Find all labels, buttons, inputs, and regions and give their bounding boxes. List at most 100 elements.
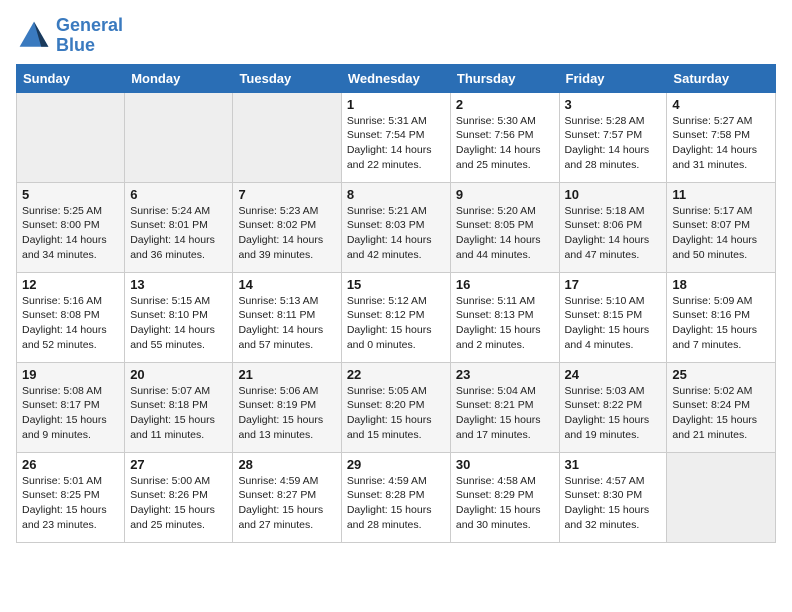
day-number: 21 (238, 367, 335, 382)
calendar-cell: 20Sunrise: 5:07 AM Sunset: 8:18 PM Dayli… (125, 362, 233, 452)
day-info: Sunrise: 5:09 AM Sunset: 8:16 PM Dayligh… (672, 294, 770, 353)
calendar-cell: 16 Sunrise: 5:11 AM Sunset: 8:13 PM Dayli… (450, 272, 559, 362)
calendar-cell: 12 Sunrise: 5:16 AM Sunset: 8:08 PM Dayli… (17, 272, 125, 362)
day-number: 18 (672, 277, 770, 292)
day-number: 7 (238, 187, 335, 202)
logo-text: General Blue (56, 16, 123, 56)
day-number: 24 (565, 367, 662, 382)
calendar-table: SundayMondayTuesdayWednesdayThursdayFrid… (16, 64, 776, 543)
calendar-cell: 8 Sunrise: 5:21 AM Sunset: 8:03 PM Daylig… (341, 182, 450, 272)
logo: General Blue (16, 16, 123, 56)
day-info: Sunrise: 5:31 AM Sunset: 7:54 PM Dayligh… (347, 114, 445, 173)
day-number: 5 (22, 187, 119, 202)
day-info: Sunrise: 4:57 AM Sunset: 8:30 PM Dayligh… (565, 474, 662, 533)
calendar-cell: 19 Sunrise: 5:08 AM Sunset: 8:17 PM Dayli… (17, 362, 125, 452)
calendar-cell: 28Sunrise: 4:59 AM Sunset: 8:27 PM Dayli… (233, 452, 341, 542)
day-number: 9 (456, 187, 554, 202)
calendar-cell: 10 Sunrise: 5:18 AM Sunset: 8:06 PM Dayli… (559, 182, 667, 272)
calendar-week-row: 12 Sunrise: 5:16 AM Sunset: 8:08 PM Dayli… (17, 272, 776, 362)
calendar-week-row: 26 Sunrise: 5:01 AM Sunset: 8:25 PM Dayli… (17, 452, 776, 542)
day-info: Sunrise: 5:10 AM Sunset: 8:15 PM Dayligh… (565, 294, 662, 353)
day-info: Sunrise: 5:03 AM Sunset: 8:22 PM Dayligh… (565, 384, 662, 443)
calendar-cell: 7 Sunrise: 5:23 AM Sunset: 8:02 PM Daylig… (233, 182, 341, 272)
day-number: 27 (130, 457, 227, 472)
calendar-cell: 24 Sunrise: 5:03 AM Sunset: 8:22 PM Dayli… (559, 362, 667, 452)
day-number: 4 (672, 97, 770, 112)
calendar-cell (233, 92, 341, 182)
day-number: 19 (22, 367, 119, 382)
day-info: Sunrise: 5:08 AM Sunset: 8:17 PM Dayligh… (22, 384, 119, 443)
page-header: General Blue (16, 16, 776, 56)
calendar-cell: 21 Sunrise: 5:06 AM Sunset: 8:19 PM Dayli… (233, 362, 341, 452)
calendar-header-saturday: Saturday (667, 64, 776, 92)
calendar-cell: 29 Sunrise: 4:59 AM Sunset: 8:28 PM Dayli… (341, 452, 450, 542)
day-number: 6 (130, 187, 227, 202)
day-info: Sunrise: 5:13 AM Sunset: 8:11 PM Dayligh… (238, 294, 335, 353)
day-number: 8 (347, 187, 445, 202)
calendar-cell: 5 Sunrise: 5:25 AM Sunset: 8:00 PM Daylig… (17, 182, 125, 272)
day-info: Sunrise: 5:04 AM Sunset: 8:21 PM Dayligh… (456, 384, 554, 443)
day-number: 22 (347, 367, 445, 382)
day-number: 25 (672, 367, 770, 382)
day-info: Sunrise: 5:23 AM Sunset: 8:02 PM Dayligh… (238, 204, 335, 263)
day-number: 11 (672, 187, 770, 202)
day-info: Sunrise: 5:21 AM Sunset: 8:03 PM Dayligh… (347, 204, 445, 263)
calendar-header-tuesday: Tuesday (233, 64, 341, 92)
calendar-cell (667, 452, 776, 542)
day-number: 13 (130, 277, 227, 292)
day-number: 17 (565, 277, 662, 292)
day-info: Sunrise: 4:58 AM Sunset: 8:29 PM Dayligh… (456, 474, 554, 533)
day-number: 10 (565, 187, 662, 202)
calendar-week-row: 5 Sunrise: 5:25 AM Sunset: 8:00 PM Daylig… (17, 182, 776, 272)
calendar-cell: 26 Sunrise: 5:01 AM Sunset: 8:25 PM Dayli… (17, 452, 125, 542)
calendar-cell: 17 Sunrise: 5:10 AM Sunset: 8:15 PM Dayli… (559, 272, 667, 362)
day-info: Sunrise: 5:18 AM Sunset: 8:06 PM Dayligh… (565, 204, 662, 263)
calendar-cell: 18 Sunrise: 5:09 AM Sunset: 8:16 PM Dayli… (667, 272, 776, 362)
day-number: 15 (347, 277, 445, 292)
calendar-cell: 9Sunrise: 5:20 AM Sunset: 8:05 PM Daylig… (450, 182, 559, 272)
day-info: Sunrise: 5:12 AM Sunset: 8:12 PM Dayligh… (347, 294, 445, 353)
calendar-cell: 14 Sunrise: 5:13 AM Sunset: 8:11 PM Dayli… (233, 272, 341, 362)
calendar-cell: 30 Sunrise: 4:58 AM Sunset: 8:29 PM Dayli… (450, 452, 559, 542)
day-info: Sunrise: 5:17 AM Sunset: 8:07 PM Dayligh… (672, 204, 770, 263)
day-info: Sunrise: 5:11 AM Sunset: 8:13 PM Dayligh… (456, 294, 554, 353)
day-info: Sunrise: 5:25 AM Sunset: 8:00 PM Dayligh… (22, 204, 119, 263)
calendar-cell: 4Sunrise: 5:27 AM Sunset: 7:58 PM Daylig… (667, 92, 776, 182)
day-number: 3 (565, 97, 662, 112)
day-number: 2 (456, 97, 554, 112)
calendar-cell (17, 92, 125, 182)
calendar-cell: 31Sunrise: 4:57 AM Sunset: 8:30 PM Dayli… (559, 452, 667, 542)
day-info: Sunrise: 5:06 AM Sunset: 8:19 PM Dayligh… (238, 384, 335, 443)
day-number: 30 (456, 457, 554, 472)
day-info: Sunrise: 5:28 AM Sunset: 7:57 PM Dayligh… (565, 114, 662, 173)
calendar-header-wednesday: Wednesday (341, 64, 450, 92)
day-number: 29 (347, 457, 445, 472)
calendar-header-row: SundayMondayTuesdayWednesdayThursdayFrid… (17, 64, 776, 92)
day-number: 12 (22, 277, 119, 292)
calendar-cell: 2 Sunrise: 5:30 AM Sunset: 7:56 PM Daylig… (450, 92, 559, 182)
day-number: 23 (456, 367, 554, 382)
calendar-week-row: 19 Sunrise: 5:08 AM Sunset: 8:17 PM Dayli… (17, 362, 776, 452)
day-info: Sunrise: 5:01 AM Sunset: 8:25 PM Dayligh… (22, 474, 119, 533)
calendar-cell (125, 92, 233, 182)
day-info: Sunrise: 5:16 AM Sunset: 8:08 PM Dayligh… (22, 294, 119, 353)
day-info: Sunrise: 4:59 AM Sunset: 8:27 PM Dayligh… (238, 474, 335, 533)
calendar-cell: 25 Sunrise: 5:02 AM Sunset: 8:24 PM Dayli… (667, 362, 776, 452)
day-info: Sunrise: 5:24 AM Sunset: 8:01 PM Dayligh… (130, 204, 227, 263)
day-number: 16 (456, 277, 554, 292)
calendar-header-thursday: Thursday (450, 64, 559, 92)
calendar-week-row: 1 Sunrise: 5:31 AM Sunset: 7:54 PM Daylig… (17, 92, 776, 182)
day-info: Sunrise: 5:15 AM Sunset: 8:10 PM Dayligh… (130, 294, 227, 353)
day-number: 14 (238, 277, 335, 292)
calendar-cell: 23 Sunrise: 5:04 AM Sunset: 8:21 PM Dayli… (450, 362, 559, 452)
day-number: 1 (347, 97, 445, 112)
day-info: Sunrise: 5:02 AM Sunset: 8:24 PM Dayligh… (672, 384, 770, 443)
calendar-cell: 3 Sunrise: 5:28 AM Sunset: 7:57 PM Daylig… (559, 92, 667, 182)
calendar-header-friday: Friday (559, 64, 667, 92)
calendar-cell: 6 Sunrise: 5:24 AM Sunset: 8:01 PM Daylig… (125, 182, 233, 272)
day-number: 26 (22, 457, 119, 472)
calendar-header-monday: Monday (125, 64, 233, 92)
day-info: Sunrise: 4:59 AM Sunset: 8:28 PM Dayligh… (347, 474, 445, 533)
day-info: Sunrise: 5:30 AM Sunset: 7:56 PM Dayligh… (456, 114, 554, 173)
calendar-cell: 27Sunrise: 5:00 AM Sunset: 8:26 PM Dayli… (125, 452, 233, 542)
